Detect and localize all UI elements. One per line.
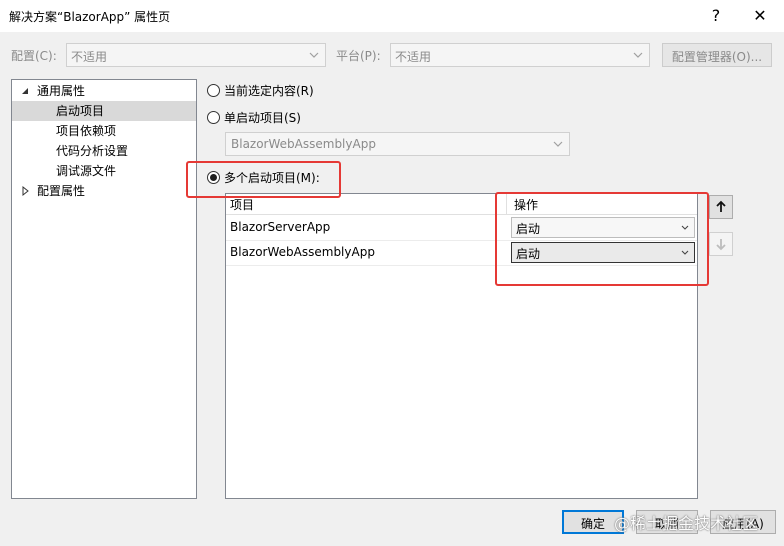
platform-select[interactable]: 不适用 [390,43,650,67]
column-divider[interactable] [506,194,507,214]
expanded-arrow-icon[interactable] [19,81,31,101]
tree-item-project-dependencies[interactable]: 项目依赖项 [12,121,196,141]
project-name: BlazorServerApp [230,220,331,234]
chevron-down-icon [681,225,689,230]
tree-item-startup-project[interactable]: 启动项目 [12,101,196,121]
tree-item-label: 启动项目 [56,104,105,118]
single-startup-value: BlazorWebAssemblyApp [231,137,376,151]
radio-multiple-startup[interactable]: 多个启动项目(M): [207,169,337,187]
radio-button-selected[interactable] [207,171,220,184]
action-value: 启动 [516,222,541,236]
tree-item-label: 通用属性 [37,84,86,98]
move-down-button[interactable] [709,232,733,256]
tree-item-debug-source-files[interactable]: 调试源文件 [12,161,196,181]
arrow-up-icon [716,200,726,212]
close-button[interactable]: ✕ [749,5,771,27]
config-value: 不适用 [71,50,108,64]
tree-item-label: 调试源文件 [56,164,117,178]
chevron-down-icon [553,141,563,147]
single-startup-select[interactable]: BlazorWebAssemblyApp [225,132,570,156]
window-title: 解决方案“BlazorApp” 属性页 [9,10,171,24]
radio-button[interactable] [207,111,220,124]
action-select[interactable]: 启动 [511,217,695,238]
table-row[interactable]: BlazorWebAssemblyApp 启动 [226,240,697,266]
tree-item-label: 项目依赖项 [56,124,117,138]
radio-label: 当前选定内容(R) [224,84,314,98]
tree-item-common-properties[interactable]: 通用属性 [12,81,196,101]
help-button[interactable]: ? [705,5,727,27]
config-select[interactable]: 不适用 [66,43,326,67]
chevron-down-icon [681,250,689,255]
watermark: @稀土掘金技术社区 [614,514,759,533]
table-row[interactable]: BlazorServerApp 启动 [226,215,697,241]
tree-item-label: 代码分析设置 [56,144,129,158]
tree-item-configuration-properties[interactable]: 配置属性 [12,181,196,201]
action-select[interactable]: 启动 [511,242,695,263]
radio-label: 单启动项目(S) [224,111,301,125]
project-name: BlazorWebAssemblyApp [230,245,375,259]
platform-label: 平台(P): [336,49,381,63]
radio-label: 多个启动项目(M): [224,171,320,185]
chevron-down-icon [309,52,319,58]
move-up-button[interactable] [709,195,733,219]
radio-button[interactable] [207,84,220,97]
grid-header: 项目 操作 [226,194,697,215]
startup-projects-grid: 项目 操作 BlazorServerApp 启动 BlazorWebAssemb… [225,193,698,499]
arrow-down-icon [716,239,726,251]
tree-item-label: 配置属性 [37,184,86,198]
config-label: 配置(C): [11,49,57,63]
platform-value: 不适用 [395,50,432,64]
radio-single-startup[interactable]: 单启动项目(S) [207,109,407,127]
radio-current-selection[interactable]: 当前选定内容(R) [207,82,407,100]
column-header-action[interactable]: 操作 [514,196,538,213]
chevron-down-icon [633,52,643,58]
collapsed-arrow-icon[interactable] [19,181,31,201]
column-header-project[interactable]: 项目 [230,196,254,213]
tree-item-code-analysis[interactable]: 代码分析设置 [12,141,196,161]
config-manager-button[interactable]: 配置管理器(O)... [662,43,772,67]
property-tree: 通用属性 启动项目 项目依赖项 代码分析设置 调试源文件 配置属性 [11,79,197,499]
action-value: 启动 [516,247,541,261]
